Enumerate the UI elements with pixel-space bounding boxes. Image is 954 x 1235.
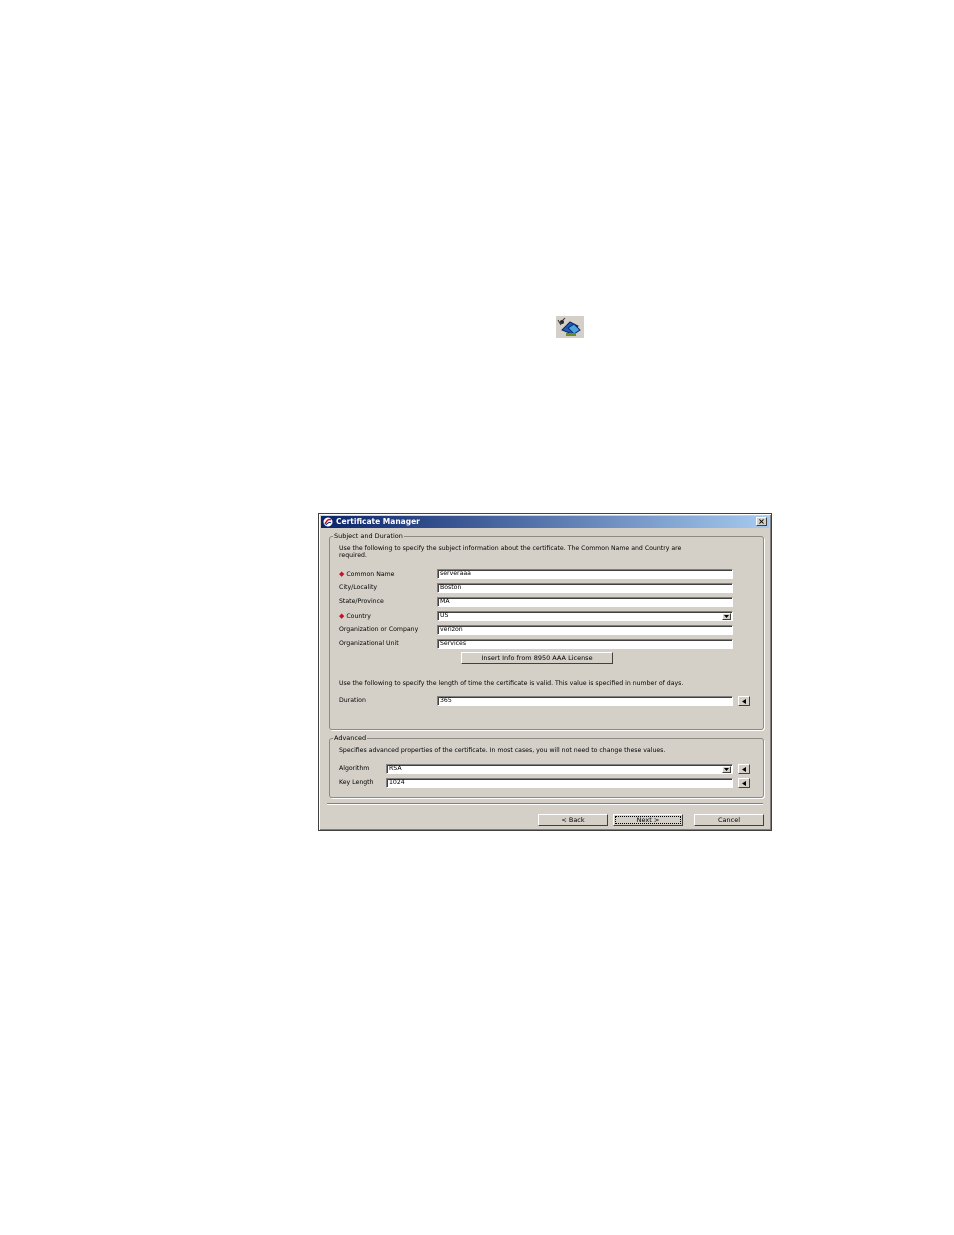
algorithm-select-value: RSA bbox=[389, 765, 402, 772]
country-select[interactable]: US bbox=[437, 611, 733, 621]
chevron-down-icon[interactable] bbox=[722, 766, 731, 773]
subject-intro-text: Use the following to specify the subject… bbox=[339, 545, 682, 552]
duration-expand-button[interactable] bbox=[738, 696, 750, 706]
close-icon: × bbox=[758, 517, 765, 526]
country-select-value: US bbox=[440, 612, 449, 619]
next-button[interactable]: Next > bbox=[613, 814, 683, 826]
common-name-label: ◆ Common Name bbox=[339, 570, 395, 578]
unit-input[interactable]: Services bbox=[437, 639, 733, 649]
advanced-group-label: Advanced bbox=[333, 733, 368, 743]
subject-group-label: Subject and Duration bbox=[333, 531, 404, 541]
algorithm-expand-button[interactable] bbox=[738, 764, 750, 774]
chevron-left-icon bbox=[742, 781, 746, 786]
algorithm-select[interactable]: RSA bbox=[386, 764, 733, 774]
advanced-intro-text: Specifies advanced properties of the cer… bbox=[339, 747, 666, 754]
chevron-left-icon bbox=[742, 767, 746, 772]
cancel-button[interactable]: Cancel bbox=[694, 814, 764, 826]
required-marker-icon: ◆ bbox=[339, 612, 345, 620]
back-button[interactable]: < Back bbox=[538, 814, 608, 826]
duration-intro-text: Use the following to specify the length … bbox=[339, 680, 684, 687]
close-button[interactable]: × bbox=[756, 517, 767, 526]
duration-input[interactable]: 365 bbox=[437, 696, 733, 706]
key-length-expand-button[interactable] bbox=[738, 778, 750, 788]
org-label: Organization or Company bbox=[339, 626, 419, 633]
key-length-label: Key Length bbox=[339, 779, 374, 786]
country-label: ◆ Country bbox=[339, 612, 371, 620]
certificate-wizard-icon[interactable] bbox=[556, 316, 584, 338]
subject-intro-text-2: required. bbox=[339, 552, 367, 559]
common-name-input[interactable]: serveraaa bbox=[437, 569, 733, 579]
title-bar[interactable]: Certificate Manager × bbox=[321, 516, 769, 528]
required-marker-icon: ◆ bbox=[339, 570, 345, 578]
app-logo-icon bbox=[323, 517, 333, 527]
algorithm-label: Algorithm bbox=[339, 765, 370, 772]
key-length-input[interactable]: 1024 bbox=[386, 778, 733, 788]
footer-divider bbox=[327, 803, 763, 805]
window-title: Certificate Manager bbox=[336, 517, 420, 526]
chevron-down-icon[interactable] bbox=[722, 613, 731, 620]
city-input[interactable]: Boston bbox=[437, 583, 733, 593]
certificate-manager-dialog: Certificate Manager × Subject and Durati… bbox=[318, 513, 772, 831]
state-input[interactable]: MA bbox=[437, 597, 733, 607]
chevron-left-icon bbox=[742, 699, 746, 704]
org-input[interactable]: verizon bbox=[437, 625, 733, 635]
insert-license-info-button[interactable]: Insert Info from 8950 AAA License bbox=[461, 652, 613, 664]
unit-label: Organizational Unit bbox=[339, 640, 399, 647]
city-label: City/Locality bbox=[339, 584, 378, 591]
duration-label: Duration bbox=[339, 697, 366, 704]
state-label: State/Province bbox=[339, 598, 384, 605]
